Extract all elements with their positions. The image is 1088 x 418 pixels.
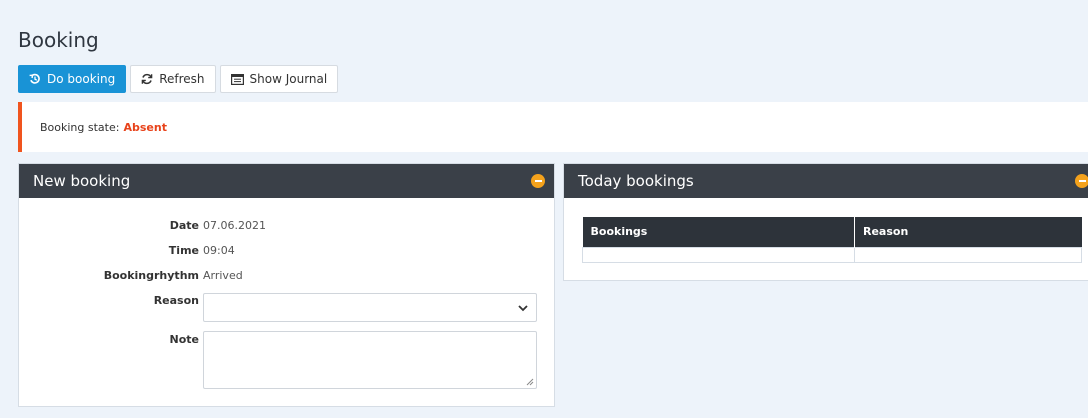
booking-state-alert: Booking state: Absent: [18, 102, 1088, 152]
date-label: Date: [169, 219, 199, 232]
today-bookings-panel: Today bookings Bookings Reason: [563, 163, 1088, 281]
toolbar: Do booking Refresh Show Journal: [18, 65, 339, 93]
show-journal-label: Show Journal: [249, 72, 328, 86]
resize-handle-icon[interactable]: [526, 378, 534, 386]
today-bookings-header: Today bookings: [564, 164, 1088, 198]
do-booking-label: Do booking: [47, 72, 116, 86]
time-label: Time: [168, 244, 199, 257]
date-value: 07.06.2021: [203, 219, 266, 232]
refresh-label: Refresh: [159, 72, 205, 86]
collapse-icon[interactable]: [531, 174, 545, 188]
show-journal-button[interactable]: Show Journal: [219, 65, 339, 93]
booking-state-label: Booking state:: [40, 120, 120, 134]
reason-label: Reason: [153, 294, 199, 307]
table-header-row: Bookings Reason: [582, 217, 1082, 247]
reason-select[interactable]: [203, 293, 537, 322]
refresh-button[interactable]: Refresh: [130, 65, 216, 93]
table-cell: [582, 246, 855, 263]
new-booking-header: New booking: [19, 164, 554, 198]
booking-state-value: Absent: [123, 120, 167, 134]
do-booking-button[interactable]: Do booking: [18, 65, 127, 93]
history-icon: [29, 73, 41, 85]
today-bookings-title: Today bookings: [578, 172, 694, 190]
new-booking-panel: New booking Date 07.06.2021 Time 09:04 B…: [18, 163, 555, 407]
rhythm-label: Bookingrhythm: [103, 269, 199, 282]
chevron-down-icon: [518, 305, 528, 312]
rhythm-value: Arrived: [203, 269, 243, 282]
today-bookings-table: Bookings Reason: [582, 217, 1082, 263]
page-title: Booking: [18, 28, 99, 52]
refresh-icon: [141, 73, 153, 85]
journal-icon: [230, 73, 244, 85]
table-cell: [854, 246, 1082, 263]
collapse-icon[interactable]: [1075, 174, 1088, 188]
new-booking-title: New booking: [33, 172, 131, 190]
note-textarea[interactable]: [203, 331, 537, 389]
time-value: 09:04: [203, 244, 235, 257]
reason-column-header[interactable]: Reason: [854, 217, 1082, 247]
note-label: Note: [169, 333, 199, 346]
bookings-column-header[interactable]: Bookings: [582, 217, 855, 247]
table-row: [582, 246, 1082, 263]
